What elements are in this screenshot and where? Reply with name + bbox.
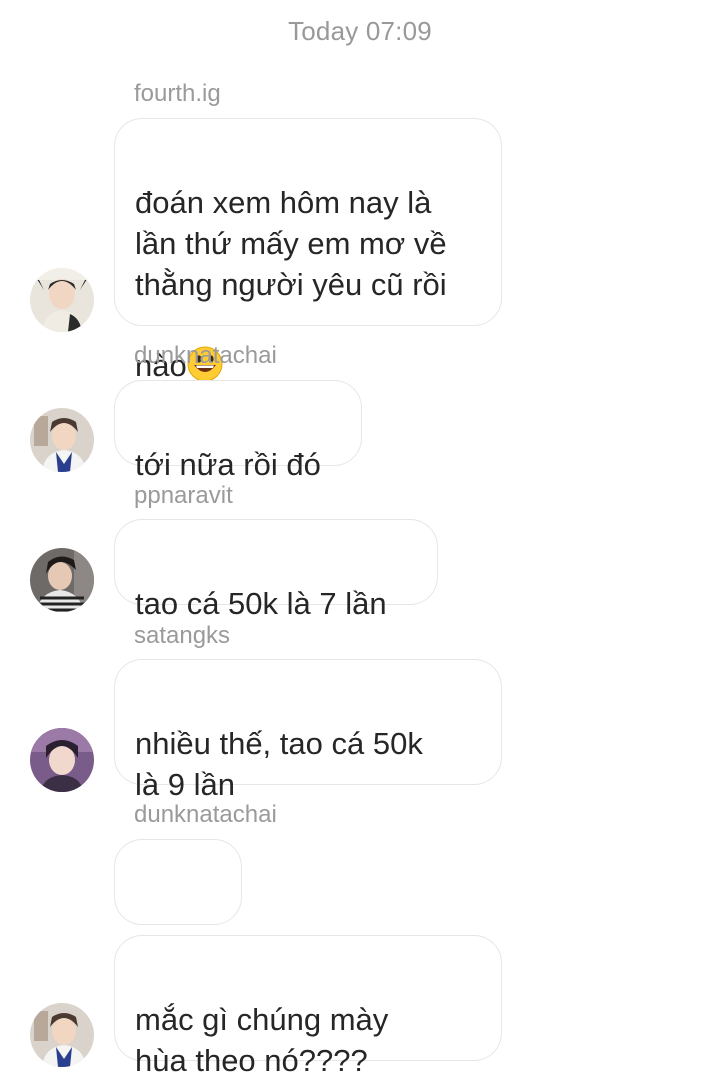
message-text: tao cá 50k là 7 lần (135, 586, 387, 621)
sender-name: ppnaravit (134, 482, 233, 509)
avatar-satangks[interactable] (30, 728, 94, 792)
avatar-dunknatachai[interactable] (30, 1003, 94, 1067)
message-bubble[interactable] (114, 839, 242, 985)
message-bubble[interactable]: tao cá 50k là 7 lần (114, 519, 438, 621)
sender-name: satangks (134, 622, 231, 649)
sender-name: dunknatachai (134, 801, 277, 828)
message-bubble[interactable]: tới nữa rồi đó (114, 380, 362, 482)
avatar-fourth-ig[interactable] (30, 268, 94, 332)
message-text: tới nữa rồi đó (135, 447, 321, 482)
sender-name: dunknatachai (134, 342, 277, 369)
message-thread: Today 07:09 fourth.ig đoán xem hôm nay l… (0, 0, 720, 1076)
sender-name: fourth.ig (134, 80, 221, 107)
message-bubble[interactable]: đoán xem hôm nay là lần thứ mấy em mơ về… (114, 118, 502, 383)
message-bubble[interactable]: mắc gì chúng mày hùa theo nó???? (114, 935, 502, 1076)
message-bubble[interactable]: nhiều thế, tao cá 50k là 9 lần (114, 659, 502, 802)
message-text: mắc gì chúng mày hùa theo nó???? (135, 1002, 389, 1076)
avatar-ppnaravit[interactable] (30, 548, 94, 612)
thread-timestamp: Today 07:09 (288, 16, 432, 46)
message-text: nhiều thế, tao cá 50k là 9 lần (135, 726, 423, 802)
avatar-dunknatachai[interactable] (30, 408, 94, 472)
